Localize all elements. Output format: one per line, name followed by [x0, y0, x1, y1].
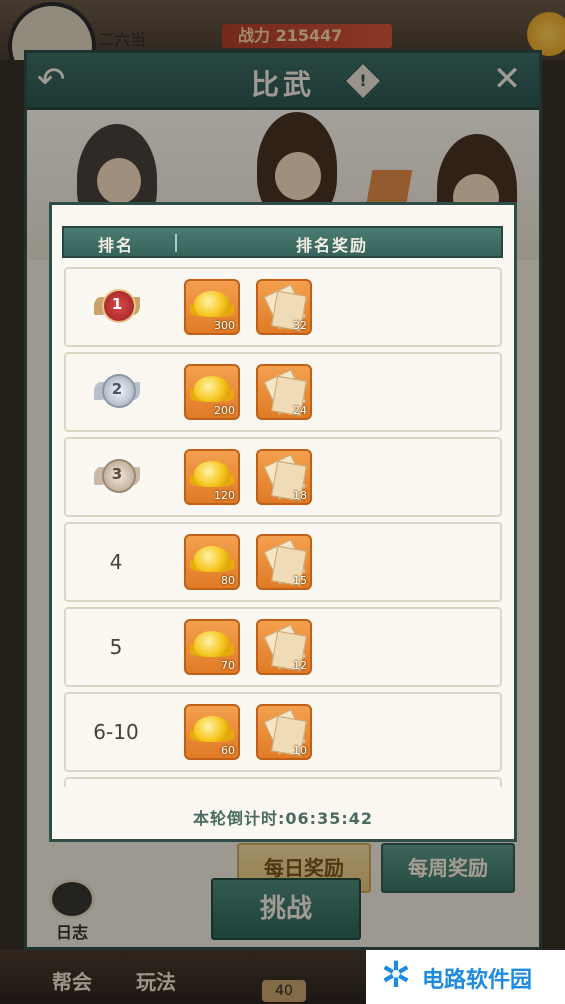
table-row: 2 200 24	[64, 352, 502, 432]
gold-ingot-icon	[194, 631, 230, 657]
reward-quantity: 300	[214, 319, 235, 332]
rank-number: 3	[111, 465, 123, 483]
reward-quantity: 200	[214, 404, 235, 417]
gold-ingot-icon	[194, 376, 230, 402]
reward-quantity: 18	[293, 489, 307, 502]
header-divider	[175, 234, 177, 252]
scroll-reward[interactable]: 32	[256, 279, 312, 335]
scroll-reward[interactable]: 24	[256, 364, 312, 420]
table-row: 3 120 18	[64, 437, 502, 517]
gold-ingot-icon	[194, 291, 230, 317]
watermark-text: 电路软件园	[422, 968, 533, 993]
table-header: 排名 排名奖励	[62, 226, 503, 258]
rank-number: 2	[111, 380, 123, 398]
table-row: 4 80 15	[64, 522, 502, 602]
rank-label: 5	[109, 635, 123, 659]
reward-quantity: 60	[221, 744, 235, 757]
snowflake-logo-icon: ✲	[380, 955, 412, 996]
gold-ingot-icon	[194, 461, 230, 487]
gold-ingot-reward[interactable]: 300	[184, 279, 240, 335]
site-watermark: ✲ 电路软件园	[366, 950, 565, 1004]
rank-label: 6-10	[93, 720, 139, 744]
gold-ingot-reward[interactable]: 200	[184, 364, 240, 420]
rank-label: 4	[109, 550, 123, 574]
column-header-reward: 排名奖励	[296, 236, 369, 255]
reward-quantity: 12	[293, 659, 307, 672]
scroll-reward[interactable]: 15	[256, 534, 312, 590]
table-row: 6-10 60 10	[64, 692, 502, 772]
reward-quantity: 15	[293, 574, 307, 587]
table-row	[64, 777, 502, 787]
rank-reward-list[interactable]: 1 300 32 2 200 24 3 120 18 4 80 15 5 70 …	[64, 267, 504, 787]
bronze-medal-icon: 3	[94, 453, 140, 499]
scroll-reward[interactable]: 10	[256, 704, 312, 760]
reward-quantity: 70	[221, 659, 235, 672]
gold-ingot-reward[interactable]: 70	[184, 619, 240, 675]
gold-medal-icon: 1	[94, 283, 140, 329]
reward-quantity: 120	[214, 489, 235, 502]
column-header-rank: 排名	[98, 236, 135, 255]
reward-quantity: 10	[293, 744, 307, 757]
gold-ingot-icon	[194, 716, 230, 742]
gold-ingot-reward[interactable]: 120	[184, 449, 240, 505]
table-row: 1 300 32	[64, 267, 502, 347]
rank-reward-popup: 排名 排名奖励 1 300 32 2 200 24 3 120 18 4 80 …	[49, 202, 517, 842]
gold-ingot-icon	[194, 546, 230, 572]
gold-ingot-reward[interactable]: 80	[184, 534, 240, 590]
reward-quantity: 32	[293, 319, 307, 332]
round-countdown: 本轮倒计时:06:35:42	[193, 809, 373, 828]
rank-number: 1	[111, 295, 123, 313]
reward-quantity: 80	[221, 574, 235, 587]
gold-ingot-reward[interactable]: 60	[184, 704, 240, 760]
table-row: 5 70 12	[64, 607, 502, 687]
silver-medal-icon: 2	[94, 368, 140, 414]
scroll-reward[interactable]: 12	[256, 619, 312, 675]
scroll-reward[interactable]: 18	[256, 449, 312, 505]
reward-quantity: 24	[293, 404, 307, 417]
